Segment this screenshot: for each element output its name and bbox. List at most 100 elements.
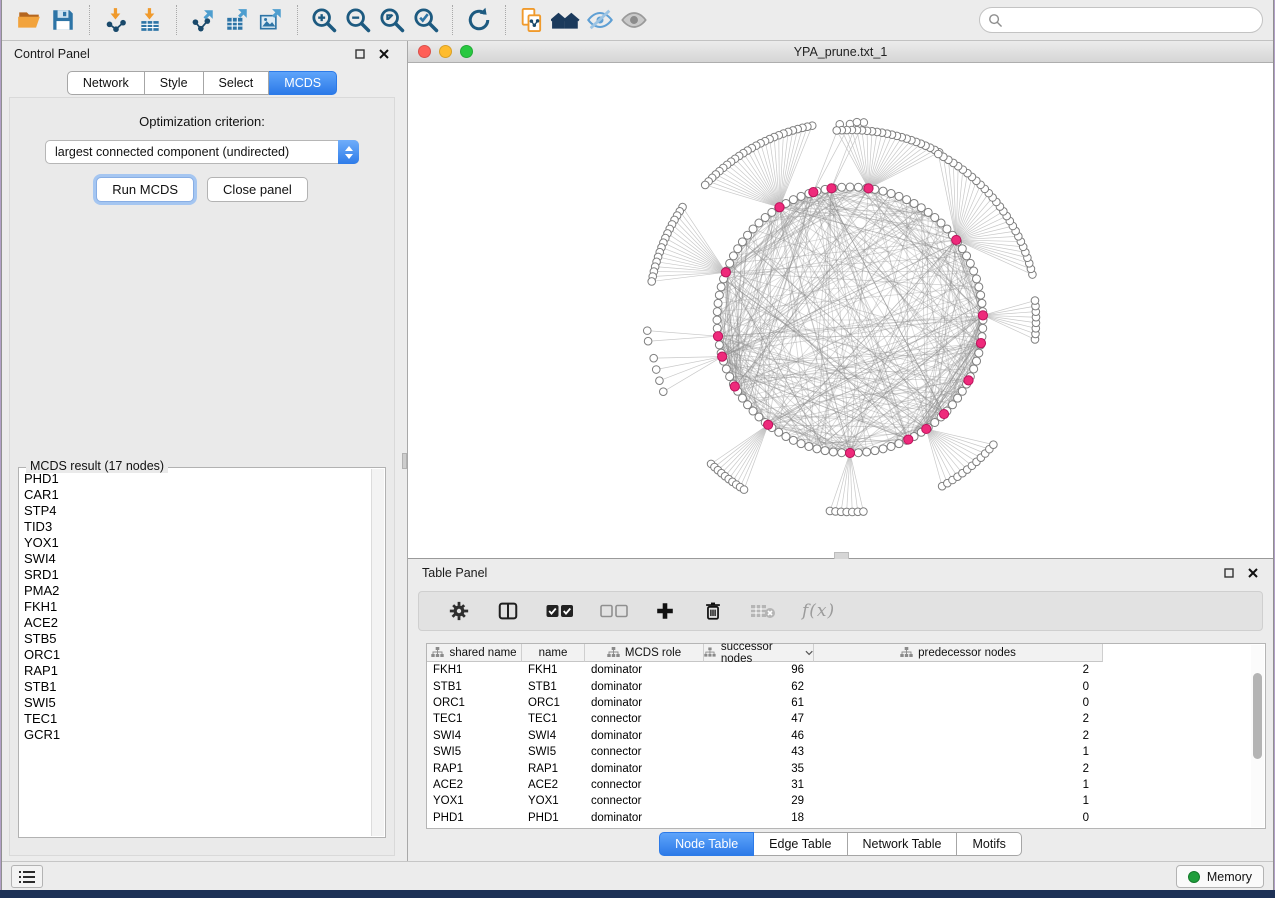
horizontal-splitter-handle[interactable] (834, 552, 849, 559)
mcds-result-item[interactable]: STB5 (24, 631, 367, 647)
sort-chevron-icon (805, 650, 813, 656)
mcds-result-item[interactable]: STB1 (24, 679, 367, 695)
tab-mcds[interactable]: MCDS (269, 71, 337, 95)
table-row[interactable]: RAP1RAP1dominator352 (427, 760, 1265, 776)
tab-node-table[interactable]: Node Table (659, 832, 754, 856)
export-image-icon[interactable] (254, 4, 288, 36)
table-cell: 2 (814, 662, 1103, 678)
column-header-name[interactable]: name (522, 644, 585, 662)
table-row[interactable]: ORC1ORC1dominator610 (427, 695, 1265, 711)
tab-motifs[interactable]: Motifs (957, 832, 1021, 856)
column-header-predecessor-nodes[interactable]: predecessor nodes (814, 644, 1103, 662)
tab-network[interactable]: Network (67, 71, 145, 95)
hide-selected-icon[interactable] (583, 4, 617, 36)
optimization-criterion-dropdown[interactable]: largest connected component (undirected) (45, 140, 359, 164)
float-panel-icon[interactable] (354, 48, 366, 60)
zoom-selected-icon[interactable] (409, 4, 443, 36)
close-window-icon[interactable] (418, 45, 431, 58)
maximize-window-icon[interactable] (460, 45, 473, 58)
mcds-result-item[interactable]: STP4 (24, 503, 367, 519)
column-header-successor-nodes[interactable]: successor nodes (704, 644, 814, 662)
settings-gear-icon[interactable] (435, 595, 483, 627)
show-all-icon[interactable] (617, 4, 651, 36)
table-row[interactable]: TEC1TEC1connector472 (427, 711, 1265, 727)
mcds-result-item[interactable]: TEC1 (24, 711, 367, 727)
table-cell: ACE2 (522, 777, 585, 793)
task-history-button[interactable] (11, 865, 43, 888)
table-cell: SWI5 (522, 744, 585, 760)
refresh-layout-icon[interactable] (462, 4, 496, 36)
table-cell: ACE2 (427, 777, 522, 793)
table-row[interactable]: FKH1FKH1dominator962 (427, 662, 1265, 678)
tab-network-table[interactable]: Network Table (848, 832, 958, 856)
search-box (979, 7, 1263, 33)
table-cell: connector (585, 777, 704, 793)
mcds-result-item[interactable]: GCR1 (24, 727, 367, 743)
table-cell: connector (585, 793, 704, 809)
close-panel-button[interactable]: Close panel (207, 177, 308, 202)
table-scrollbar[interactable] (1251, 645, 1264, 827)
tab-style[interactable]: Style (145, 71, 204, 95)
mcds-result-item[interactable]: FKH1 (24, 599, 367, 615)
zoom-in-icon[interactable] (307, 4, 341, 36)
close-panel-icon[interactable] (378, 48, 390, 60)
table-row[interactable]: PHD1PHD1dominator180 (427, 810, 1265, 826)
network-window-titlebar[interactable]: YPA_prune.txt_1 (408, 41, 1273, 63)
close-panel-icon[interactable] (1247, 567, 1259, 579)
network-graph[interactable] (408, 64, 1273, 558)
table-row[interactable]: SWI5SWI5connector431 (427, 744, 1265, 760)
memory-status-icon (1188, 871, 1200, 883)
network-canvas[interactable] (408, 64, 1273, 558)
mcds-result-item[interactable]: CAR1 (24, 487, 367, 503)
tab-edge-table[interactable]: Edge Table (754, 832, 847, 856)
add-column-icon[interactable] (641, 595, 689, 627)
first-neighbors-icon[interactable] (549, 4, 583, 36)
mcds-result-item[interactable]: RAP1 (24, 663, 367, 679)
import-network-icon[interactable] (99, 4, 133, 36)
table-cell-filler (1103, 678, 1265, 694)
main-toolbar (2, 0, 1273, 41)
mcds-result-item[interactable]: PHD1 (24, 471, 367, 487)
save-session-icon[interactable] (46, 4, 80, 36)
import-table-icon[interactable] (133, 4, 167, 36)
copy-network-icon[interactable] (515, 4, 549, 36)
mcds-result-item[interactable]: ACE2 (24, 615, 367, 631)
mcds-result-scrollbar[interactable] (371, 469, 384, 836)
mcds-result-item[interactable]: SWI4 (24, 551, 367, 567)
select-all-checkboxes-icon[interactable] (533, 595, 587, 627)
delete-column-icon[interactable] (689, 595, 737, 627)
mcds-result-item[interactable]: SWI5 (24, 695, 367, 711)
network-view-window: YPA_prune.txt_1 (408, 41, 1273, 559)
column-layout-icon[interactable] (483, 595, 533, 627)
table-row[interactable]: YOX1YOX1connector291 (427, 793, 1265, 809)
search-input[interactable] (1009, 13, 1254, 27)
minimize-window-icon[interactable] (439, 45, 452, 58)
mcds-result-item[interactable]: YOX1 (24, 535, 367, 551)
mcds-result-item[interactable]: ORC1 (24, 647, 367, 663)
table-cell: 35 (704, 760, 814, 776)
attribute-type-icon (431, 647, 444, 658)
zoom-out-icon[interactable] (341, 4, 375, 36)
column-header-mcds-role[interactable]: MCDS role (585, 644, 704, 662)
table-cell: 46 (704, 728, 814, 744)
column-header-shared-name[interactable]: shared name (427, 644, 522, 662)
table-row[interactable]: SWI4SWI4dominator462 (427, 728, 1265, 744)
export-table-icon[interactable] (220, 4, 254, 36)
float-panel-icon[interactable] (1223, 567, 1235, 579)
mcds-result-list[interactable]: PHD1CAR1STP4TID3YOX1SWI4SRD1PMA2FKH1ACE2… (24, 471, 367, 835)
table-row[interactable]: STB1STB1dominator620 (427, 678, 1265, 694)
zoom-fit-icon[interactable] (375, 4, 409, 36)
mcds-result-item[interactable]: SRD1 (24, 567, 367, 583)
tab-select[interactable]: Select (204, 71, 270, 95)
memory-button[interactable]: Memory (1176, 865, 1264, 888)
mcds-result-item[interactable]: PMA2 (24, 583, 367, 599)
scrollbar-thumb[interactable] (1253, 673, 1262, 759)
splitter-handle[interactable] (402, 453, 407, 469)
dropdown-stepper-icon (338, 140, 359, 164)
mcds-result-item[interactable]: TID3 (24, 519, 367, 535)
open-file-icon[interactable] (12, 4, 46, 36)
deselect-all-checkboxes-icon[interactable] (587, 595, 641, 627)
table-row[interactable]: ACE2ACE2connector311 (427, 777, 1265, 793)
export-network-icon[interactable] (186, 4, 220, 36)
run-mcds-button[interactable]: Run MCDS (96, 177, 194, 202)
